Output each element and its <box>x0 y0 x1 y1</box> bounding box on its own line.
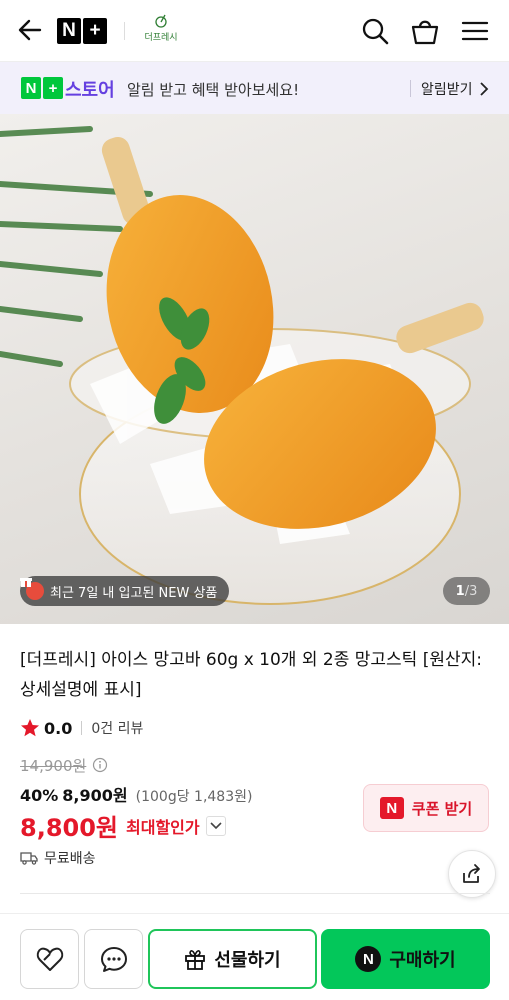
npay-icon: N <box>355 946 382 972</box>
image-counter: 1 /3 <box>443 577 490 605</box>
buy-button[interactable]: N 구매하기 <box>321 929 490 989</box>
truck-icon <box>20 852 38 865</box>
product-title: [더프레시] 아이스 망고바 60g x 10개 외 2종 망고스틱 [원산지:… <box>20 650 482 700</box>
product-image-gallery[interactable]: 최근 7일 내 입고된 NEW 상품 1 /3 <box>0 114 509 624</box>
shipping-text: 무료배송 <box>44 851 96 867</box>
logo-plus: + <box>83 18 107 44</box>
discount-percent: 40% <box>20 786 59 805</box>
coupon-n-icon: N <box>379 797 404 819</box>
new-arrival-badge: 최근 7일 내 입고된 NEW 상품 <box>20 576 230 606</box>
gift-icon <box>185 950 206 970</box>
brand-name: 더프레시 <box>144 33 178 43</box>
image-current: 1 <box>455 583 465 599</box>
back-arrow-icon[interactable] <box>16 16 44 44</box>
brand-logo[interactable]: 더프레시 <box>138 14 184 48</box>
heart-icon <box>36 947 63 971</box>
store-logo: N + <box>21 77 63 99</box>
leaf-icon <box>155 14 167 28</box>
info-icon[interactable] <box>92 757 108 773</box>
max-discount-row[interactable]: 8,800원 최대할인가 <box>20 808 226 843</box>
share-icon <box>463 864 480 883</box>
coupon-button[interactable]: N 쿠폰 받기 <box>363 784 489 832</box>
wishlist-button[interactable] <box>20 929 79 989</box>
sale-price-row: 40% 8,900원 (100g당 1,483원) <box>20 782 252 806</box>
top-header: N + 더프레시 <box>0 0 509 62</box>
menu-icon[interactable] <box>460 16 490 46</box>
subscribe-alert-link[interactable]: 알림받기 <box>421 79 473 99</box>
new-arrival-text: 최근 7일 내 입고된 NEW 상품 <box>50 585 218 601</box>
max-discount-label: 최대할인가 <box>126 817 200 837</box>
max-discount-price: 8,800원 <box>20 814 118 842</box>
image-total: /3 <box>464 583 478 599</box>
unit-price: (100g당 1,483원) <box>135 789 253 805</box>
talktalk-button[interactable] <box>84 929 143 989</box>
share-button[interactable] <box>448 850 496 898</box>
gift-button[interactable]: 선물하기 <box>148 929 317 989</box>
review-count[interactable]: 0건 리뷰 <box>91 718 143 738</box>
original-price: 14,900원 <box>20 757 87 775</box>
search-icon[interactable] <box>360 16 390 46</box>
banner-divider <box>410 80 411 97</box>
section-divider <box>20 893 490 894</box>
coupon-label: 쿠폰 받기 <box>411 799 473 818</box>
rating-divider <box>81 721 83 735</box>
store-logo-n: N <box>21 77 41 99</box>
store-logo-plus: + <box>43 77 63 99</box>
shopping-bag-icon[interactable] <box>410 16 440 46</box>
chat-bubble-icon <box>100 947 127 972</box>
chevron-right-icon <box>480 82 489 96</box>
mango-popsicle-photo <box>0 126 484 605</box>
rating-row[interactable]: 0.0 0건 리뷰 <box>20 717 143 739</box>
header-divider <box>124 22 125 40</box>
rating-score: 0.0 <box>44 718 73 738</box>
bottom-action-bar: 선물하기 N 구매하기 <box>0 913 509 1000</box>
store-alert-banner[interactable]: N + 스토어 알림 받고 혜택 받아보세요! 알림받기 <box>0 62 509 114</box>
gift-label: 선물하기 <box>214 950 281 971</box>
chevron-down-icon[interactable] <box>205 815 226 836</box>
sale-price: 8,900원 <box>62 786 128 805</box>
banner-message: 알림 받고 혜택 받아보세요! <box>127 81 300 99</box>
logo-n: N <box>57 18 81 44</box>
naver-plus-logo[interactable]: N + <box>57 18 107 44</box>
star-icon <box>21 719 39 737</box>
buy-label: 구매하기 <box>389 950 456 971</box>
shipping-info: 무료배송 <box>20 848 96 868</box>
store-label: 스토어 <box>65 80 115 101</box>
gift-badge-icon <box>20 578 44 600</box>
